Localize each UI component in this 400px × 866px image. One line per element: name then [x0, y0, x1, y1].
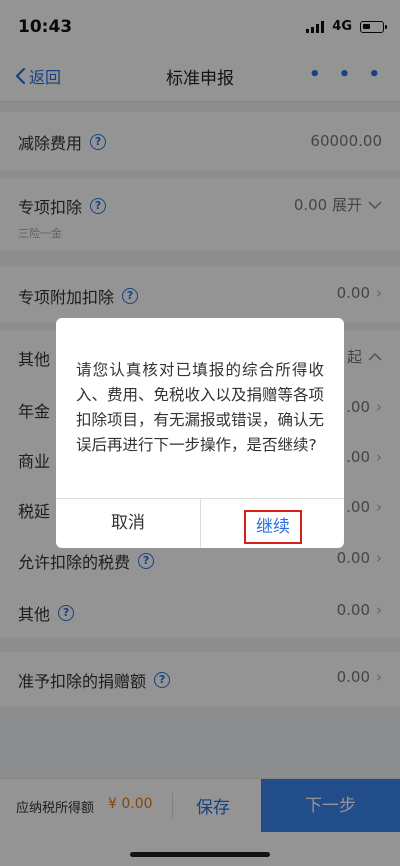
confirm-dialog: 请您认真核对已填报的综合所得收入、费用、免税收入以及捐赠等各项扣除项目，有无漏报… [56, 318, 344, 548]
divider [200, 498, 201, 548]
dialog-message: 请您认真核对已填报的综合所得收入、费用、免税收入以及捐赠等各项扣除项目，有无漏报… [76, 361, 325, 454]
cancel-button[interactable]: 取消 [56, 498, 200, 548]
continue-button[interactable]: 继续 [244, 510, 302, 544]
